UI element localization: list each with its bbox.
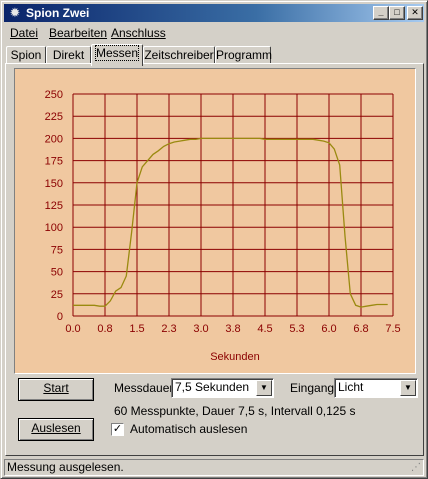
x-tick-label: 6.0	[321, 323, 336, 335]
eingang-label: Eingang:	[290, 381, 338, 395]
messdauer-select[interactable]: 7,5 Sekunden ▼	[171, 378, 274, 398]
menu-bar: Datei Bearbeiten Anschluss	[4, 23, 424, 42]
main-window: ✹ Spion Zwei _ □ ✕ Datei Bearbeiten Ansc…	[0, 0, 428, 479]
messdauer-label: Messdauer:	[114, 381, 177, 395]
x-tick-label: 0.8	[97, 323, 112, 335]
y-tick-label: 50	[51, 267, 63, 279]
start-button[interactable]: Start	[18, 378, 94, 401]
x-tick-label: 2.3	[161, 323, 176, 335]
start-button-label: Start	[43, 381, 69, 395]
chevron-down-icon[interactable]: ▼	[256, 380, 272, 396]
x-tick-label: 6.8	[353, 323, 368, 335]
eingang-select[interactable]: Licht ▼	[334, 378, 418, 398]
resize-grip-icon[interactable]: ⋰	[409, 462, 421, 474]
chart-svg: 0.0 0.8 1.5 2.3 3.0 3.8 4.5 5.3 6.0 6.8 7.5 0 25 50 75…	[45, 89, 401, 363]
close-button[interactable]: ✕	[407, 6, 423, 20]
x-tick-label: 3.0	[193, 323, 208, 335]
y-tick-label: 150	[45, 178, 63, 190]
messen-panel: 0.0 0.8 1.5 2.3 3.0 3.8 4.5 5.3 6.0 6.8 7.5 0 25 50 75…	[5, 63, 424, 456]
y-tick-label: 225	[45, 111, 63, 123]
tab-programm-label: Programm	[216, 48, 273, 62]
y-tick-label: 200	[45, 133, 63, 145]
menu-datei[interactable]: Datei	[10, 26, 38, 40]
x-tick-label: 3.8	[225, 323, 240, 335]
tab-messen[interactable]: Messen	[91, 44, 143, 66]
y-tick-label: 175	[45, 156, 63, 168]
y-tick-label: 125	[45, 200, 63, 212]
tab-spion[interactable]: Spion	[6, 46, 46, 64]
minimize-button[interactable]: _	[373, 6, 389, 20]
info-text: 60 Messpunkte, Dauer 7,5 s, Intervall 0,…	[114, 404, 356, 418]
title-bar[interactable]: ✹ Spion Zwei _ □ ✕	[4, 4, 424, 22]
x-tick-label: 4.5	[257, 323, 272, 335]
messdauer-value: 7,5 Sekunden	[175, 380, 250, 394]
chevron-down-icon[interactable]: ▼	[400, 380, 416, 396]
tab-messen-label: Messen	[94, 45, 140, 61]
menu-anschluss-label: Anschluss	[111, 26, 166, 40]
y-tick-label: 250	[45, 89, 63, 101]
tab-programm[interactable]: Programm	[215, 46, 273, 64]
x-tick-label: 1.5	[129, 323, 144, 335]
menu-datei-label: Datei	[10, 26, 39, 40]
gear-icon: ✹	[9, 5, 21, 20]
tab-zeitschreiber[interactable]: Zeitschreiber	[143, 46, 215, 64]
tab-zeitschreiber-label: Zeitschreiber	[144, 48, 214, 62]
x-tick-label: 0.0	[65, 323, 80, 335]
auto-auslesen-checkbox[interactable]: ✓	[111, 423, 124, 436]
menu-bearbeiten[interactable]: Bearbeiten	[49, 26, 107, 40]
auslesen-button[interactable]: Auslesen	[18, 418, 94, 441]
y-tick-label: 25	[51, 289, 63, 301]
tab-direkt-label: Direkt	[52, 48, 85, 62]
menu-anschluss[interactable]: Anschluss	[111, 26, 166, 40]
auto-auslesen-label[interactable]: Automatisch auslesen	[130, 422, 247, 436]
status-bar: Messung ausgelesen. ⋰	[4, 459, 424, 476]
auslesen-button-label: Auslesen	[31, 421, 81, 435]
x-tick-label: 5.3	[289, 323, 304, 335]
maximize-button[interactable]: □	[389, 6, 405, 20]
menu-bearbeiten-label: Bearbeiten	[49, 26, 108, 40]
window-title: Spion Zwei	[26, 6, 90, 20]
status-text: Messung ausgelesen.	[7, 460, 124, 474]
y-tick-label: 75	[51, 244, 63, 256]
eingang-value: Licht	[338, 380, 364, 394]
check-icon: ✓	[112, 423, 123, 435]
y-tick-label: 0	[57, 311, 63, 323]
measurement-chart: 0.0 0.8 1.5 2.3 3.0 3.8 4.5 5.3 6.0 6.8 7.5 0 25 50 75…	[14, 68, 416, 374]
series-line-licht	[73, 137, 388, 308]
tab-spion-label: Spion	[10, 48, 42, 62]
x-tick-label: 7.5	[385, 323, 400, 335]
y-tick-label: 100	[45, 222, 63, 234]
tab-direkt[interactable]: Direkt	[46, 46, 91, 64]
x-axis-label: Sekunden	[210, 351, 260, 363]
